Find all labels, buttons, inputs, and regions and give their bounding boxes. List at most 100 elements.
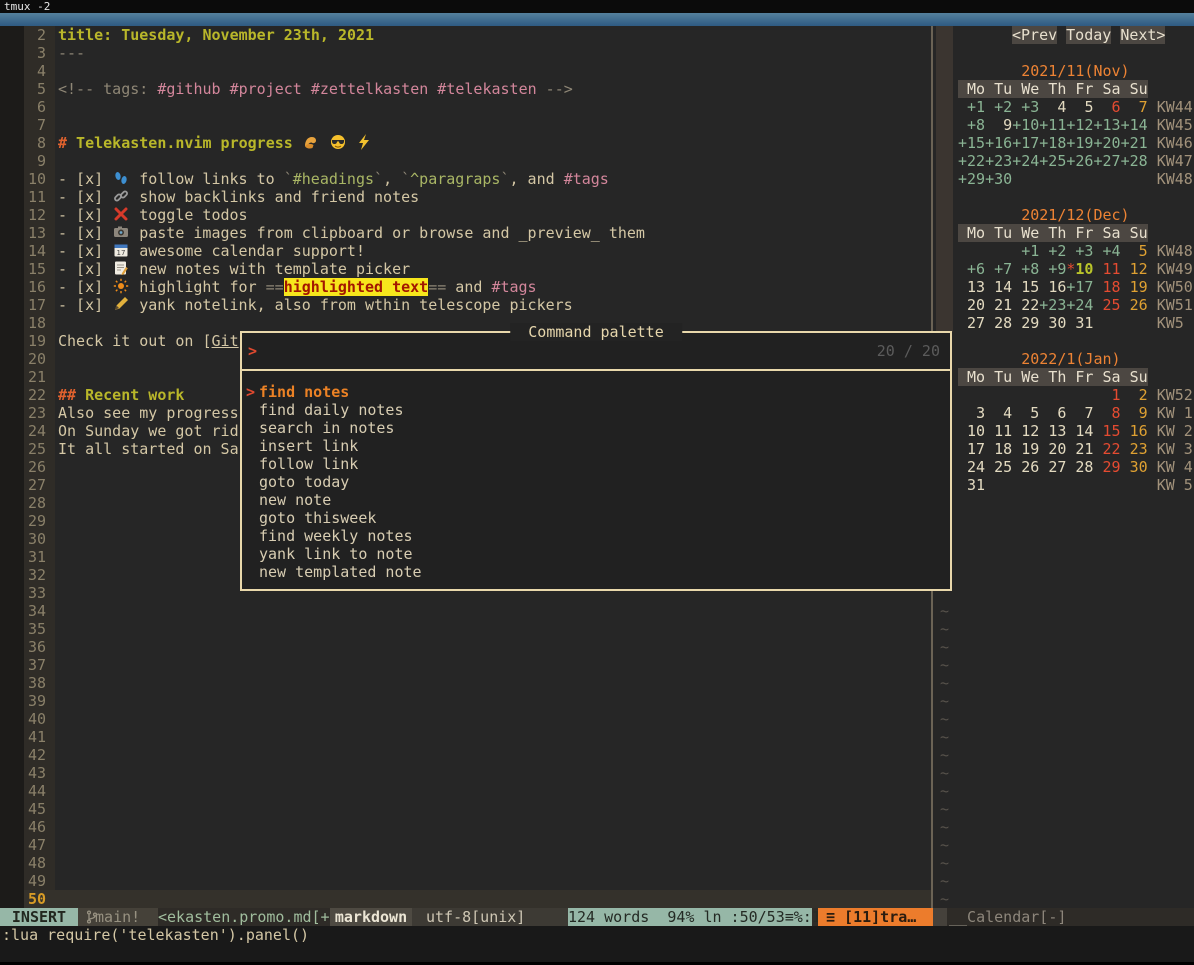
calendar-day[interactable]: 20 bbox=[967, 296, 985, 314]
calendar-day[interactable]: +25 bbox=[1039, 152, 1066, 170]
calendar-day[interactable]: 27 bbox=[1048, 458, 1066, 476]
calendar-day[interactable]: +24 bbox=[1012, 152, 1039, 170]
calendar-day[interactable]: 24 bbox=[967, 458, 985, 476]
calendar-day[interactable]: 6 bbox=[1112, 98, 1121, 116]
calendar-day[interactable]: +1 bbox=[1021, 242, 1039, 260]
calendar-day[interactable]: +20 bbox=[1093, 134, 1120, 152]
calendar-day[interactable]: 27 bbox=[967, 314, 985, 332]
calendar-day[interactable]: +23 bbox=[1039, 296, 1066, 314]
editor-line[interactable]: 7 bbox=[0, 116, 931, 134]
editor-line[interactable]: 10- [x] follow links to `#headings`, `^p… bbox=[0, 170, 931, 188]
editor-line[interactable]: 49 bbox=[0, 872, 931, 890]
editor-line[interactable]: 45 bbox=[0, 800, 931, 818]
editor-line[interactable]: 3--- bbox=[0, 44, 931, 62]
calendar-day[interactable]: +21 bbox=[1121, 134, 1148, 152]
calendar-day[interactable]: 5 bbox=[1139, 242, 1148, 260]
editor-line[interactable]: 12- [x] toggle todos bbox=[0, 206, 931, 224]
editor-line[interactable]: 48 bbox=[0, 854, 931, 872]
editor-line[interactable]: 47 bbox=[0, 836, 931, 854]
editor-line[interactable]: 16- [x] highlight for ==highlighted text… bbox=[0, 278, 931, 296]
calendar-day[interactable]: 4 bbox=[1003, 404, 1012, 422]
calendar-day[interactable]: +2 bbox=[994, 98, 1012, 116]
calendar-day[interactable]: +3 bbox=[1075, 242, 1093, 260]
calendar-day[interactable]: 28 bbox=[1075, 458, 1093, 476]
editor-line[interactable]: 37 bbox=[0, 656, 931, 674]
editor-line[interactable]: 43 bbox=[0, 764, 931, 782]
editor-line[interactable]: 39 bbox=[0, 692, 931, 710]
calendar-day[interactable]: +18 bbox=[1039, 134, 1066, 152]
calendar-day[interactable]: +29 bbox=[958, 170, 985, 188]
calendar-day[interactable]: 7 bbox=[1139, 98, 1148, 116]
calendar-day[interactable]: 4 bbox=[1057, 98, 1066, 116]
github-link[interactable]: Git bbox=[212, 332, 239, 350]
editor-line[interactable]: 40 bbox=[0, 710, 931, 728]
calendar-day[interactable]: +7 bbox=[994, 260, 1012, 278]
palette-item[interactable]: new templated note bbox=[242, 563, 950, 581]
palette-item[interactable]: new note bbox=[242, 491, 950, 509]
editor-line[interactable]: 46 bbox=[0, 818, 931, 836]
calendar-day[interactable]: 13 bbox=[967, 278, 985, 296]
editor-line[interactable]: 41 bbox=[0, 728, 931, 746]
calendar-day[interactable]: +4 bbox=[1103, 242, 1121, 260]
palette-item[interactable]: insert link bbox=[242, 437, 950, 455]
calendar-day[interactable]: 21 bbox=[994, 296, 1012, 314]
calendar-day[interactable]: +13 bbox=[1093, 116, 1120, 134]
calendar-day[interactable]: +8 bbox=[1021, 260, 1039, 278]
calendar-day[interactable]: +17 bbox=[1066, 278, 1093, 296]
calendar-day[interactable]: 31 bbox=[967, 476, 985, 494]
palette-prompt-row[interactable]: > 20 / 20 bbox=[242, 333, 950, 371]
calendar-day[interactable]: 5 bbox=[1030, 404, 1039, 422]
calendar-day[interactable]: 19 bbox=[1130, 278, 1148, 296]
editor-line[interactable]: 4 bbox=[0, 62, 931, 80]
editor-line[interactable]: 34 bbox=[0, 602, 931, 620]
editor-line[interactable]: 13- [x] paste images from clipboard or b… bbox=[0, 224, 931, 242]
palette-item[interactable]: >find notes bbox=[242, 383, 950, 401]
calendar-day[interactable]: 17 bbox=[967, 440, 985, 458]
editor-line[interactable]: 6 bbox=[0, 98, 931, 116]
calendar-day[interactable]: +6 bbox=[967, 260, 985, 278]
calendar-day[interactable]: +1 bbox=[967, 98, 985, 116]
calendar-day[interactable]: +27 bbox=[1093, 152, 1120, 170]
calendar-day[interactable]: 29 bbox=[1021, 314, 1039, 332]
calendar-next-button[interactable]: Next> bbox=[1120, 26, 1165, 44]
editor-line[interactable]: 15- [x] new notes with template picker bbox=[0, 260, 931, 278]
calendar-day[interactable]: +10 bbox=[1012, 116, 1039, 134]
editor-line[interactable]: 9 bbox=[0, 152, 931, 170]
calendar-day[interactable]: 14 bbox=[1075, 422, 1093, 440]
calendar-day[interactable]: 15 bbox=[1103, 422, 1121, 440]
calendar-day[interactable]: 23 bbox=[1130, 440, 1148, 458]
calendar-day[interactable]: +14 bbox=[1121, 116, 1148, 134]
calendar-day[interactable]: +28 bbox=[1121, 152, 1148, 170]
calendar-day[interactable]: 22 bbox=[1021, 296, 1039, 314]
calendar-day[interactable]: 14 bbox=[994, 278, 1012, 296]
calendar-day[interactable]: 15 bbox=[1021, 278, 1039, 296]
calendar-day[interactable]: 16 bbox=[1130, 422, 1148, 440]
editor-line[interactable]: 42 bbox=[0, 746, 931, 764]
calendar-prev-button[interactable]: <Prev bbox=[1012, 26, 1057, 44]
calendar-day[interactable]: 12 bbox=[1021, 422, 1039, 440]
calendar-day[interactable]: 11 bbox=[1103, 260, 1121, 278]
calendar-day[interactable]: 28 bbox=[994, 314, 1012, 332]
calendar-day[interactable]: 10 bbox=[967, 422, 985, 440]
calendar-day[interactable]: +12 bbox=[1066, 116, 1093, 134]
palette-item[interactable]: goto today bbox=[242, 473, 950, 491]
calendar-day[interactable]: +15 bbox=[958, 134, 985, 152]
calendar-day[interactable]: 18 bbox=[1103, 278, 1121, 296]
palette-item[interactable]: search in notes bbox=[242, 419, 950, 437]
calendar-day[interactable]: 5 bbox=[1084, 98, 1093, 116]
calendar-day[interactable]: +26 bbox=[1066, 152, 1093, 170]
calendar-day[interactable]: +30 bbox=[985, 170, 1012, 188]
calendar-day[interactable]: 12 bbox=[1130, 260, 1148, 278]
editor-line[interactable]: 44 bbox=[0, 782, 931, 800]
palette-item[interactable]: follow link bbox=[242, 455, 950, 473]
calendar-day[interactable]: 20 bbox=[1048, 440, 1066, 458]
calendar-day[interactable]: 13 bbox=[1048, 422, 1066, 440]
calendar-day[interactable]: 8 bbox=[1112, 404, 1121, 422]
calendar-day[interactable]: +11 bbox=[1039, 116, 1066, 134]
calendar-day[interactable]: 3 bbox=[976, 404, 985, 422]
calendar-day[interactable]: 6 bbox=[1057, 404, 1066, 422]
editor-line[interactable]: 11- [x] show backlinks and friend notes bbox=[0, 188, 931, 206]
calendar-day[interactable]: 30 bbox=[1048, 314, 1066, 332]
editor-line[interactable]: 36 bbox=[0, 638, 931, 656]
calendar-day[interactable]: 26 bbox=[1021, 458, 1039, 476]
